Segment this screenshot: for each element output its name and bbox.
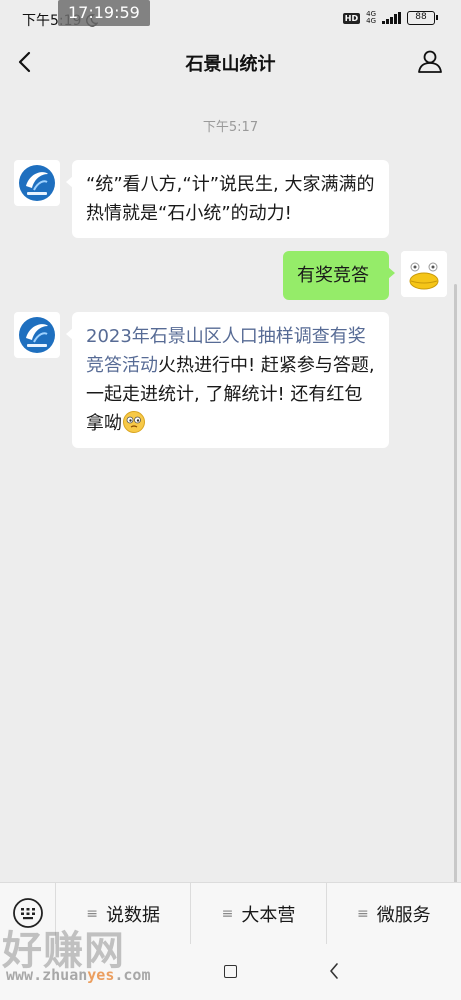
menu-item-label: 大本营 [241,904,296,926]
official-account-avatar[interactable] [14,160,60,206]
recording-time-overlay: 17:19:59 [58,0,150,26]
message-bubble-3[interactable]: 2023年石景山区人口抽样调查有奖竞答活动火热进行中! 赶紧参与答题, 一起走进… [66,312,389,448]
chat-timestamp: 下午5:17 [202,120,259,135]
official-account-avatar-2[interactable] [14,312,60,358]
network-bottom: 4G [366,17,376,25]
menu-item-services[interactable]: ≡ 微服务 [327,883,461,944]
watermark-url-prefix: www.zhuan [6,966,88,984]
nav-back-icon[interactable] [328,962,340,980]
battery-icon: 88 [407,11,438,25]
chat-header: 石景山统计 [0,38,461,86]
watermark-url-highlight: yes [87,966,115,984]
user-avatar[interactable] [401,251,447,297]
message-bubble-2[interactable]: 有奖竞答 [283,251,395,300]
network-label: 4G 4G [366,11,376,25]
emoji-icon [123,411,145,433]
duck-avatar-icon [401,251,447,297]
watermark-url-suffix: .com [114,966,151,984]
account-logo-icon [19,165,55,201]
message-bubble-1[interactable]: “统”看八方,“计”说民生, 大家满满的热情就是“石小统”的动力! [66,160,389,238]
signal-icon [382,12,401,24]
status-bar: 下午5:19 17:19:59 HD 4G 4G 88 [0,0,461,38]
menu-item-label: 微服务 [376,904,431,926]
nav-home-icon[interactable] [224,965,237,978]
menu-lines-icon: ≡ [221,905,234,922]
scrollbar[interactable] [454,284,457,884]
battery-level: 88 [415,12,427,22]
menu-item-base[interactable]: ≡ 大本营 [191,883,327,944]
menu-lines-icon: ≡ [356,905,369,922]
watermark-url: www.zhuanyes.com [6,966,151,984]
page-title: 石景山统计 [185,54,276,75]
account-logo-icon [19,317,55,353]
message-text-2: 有奖竞答 [297,265,369,286]
hd-badge: HD [342,12,361,24]
message-text-1: “统”看八方,“计”说民生, 大家满满的热情就是“石小统”的动力! [86,174,375,224]
profile-icon[interactable] [417,48,443,74]
status-right: HD 4G 4G 88 [342,11,438,25]
